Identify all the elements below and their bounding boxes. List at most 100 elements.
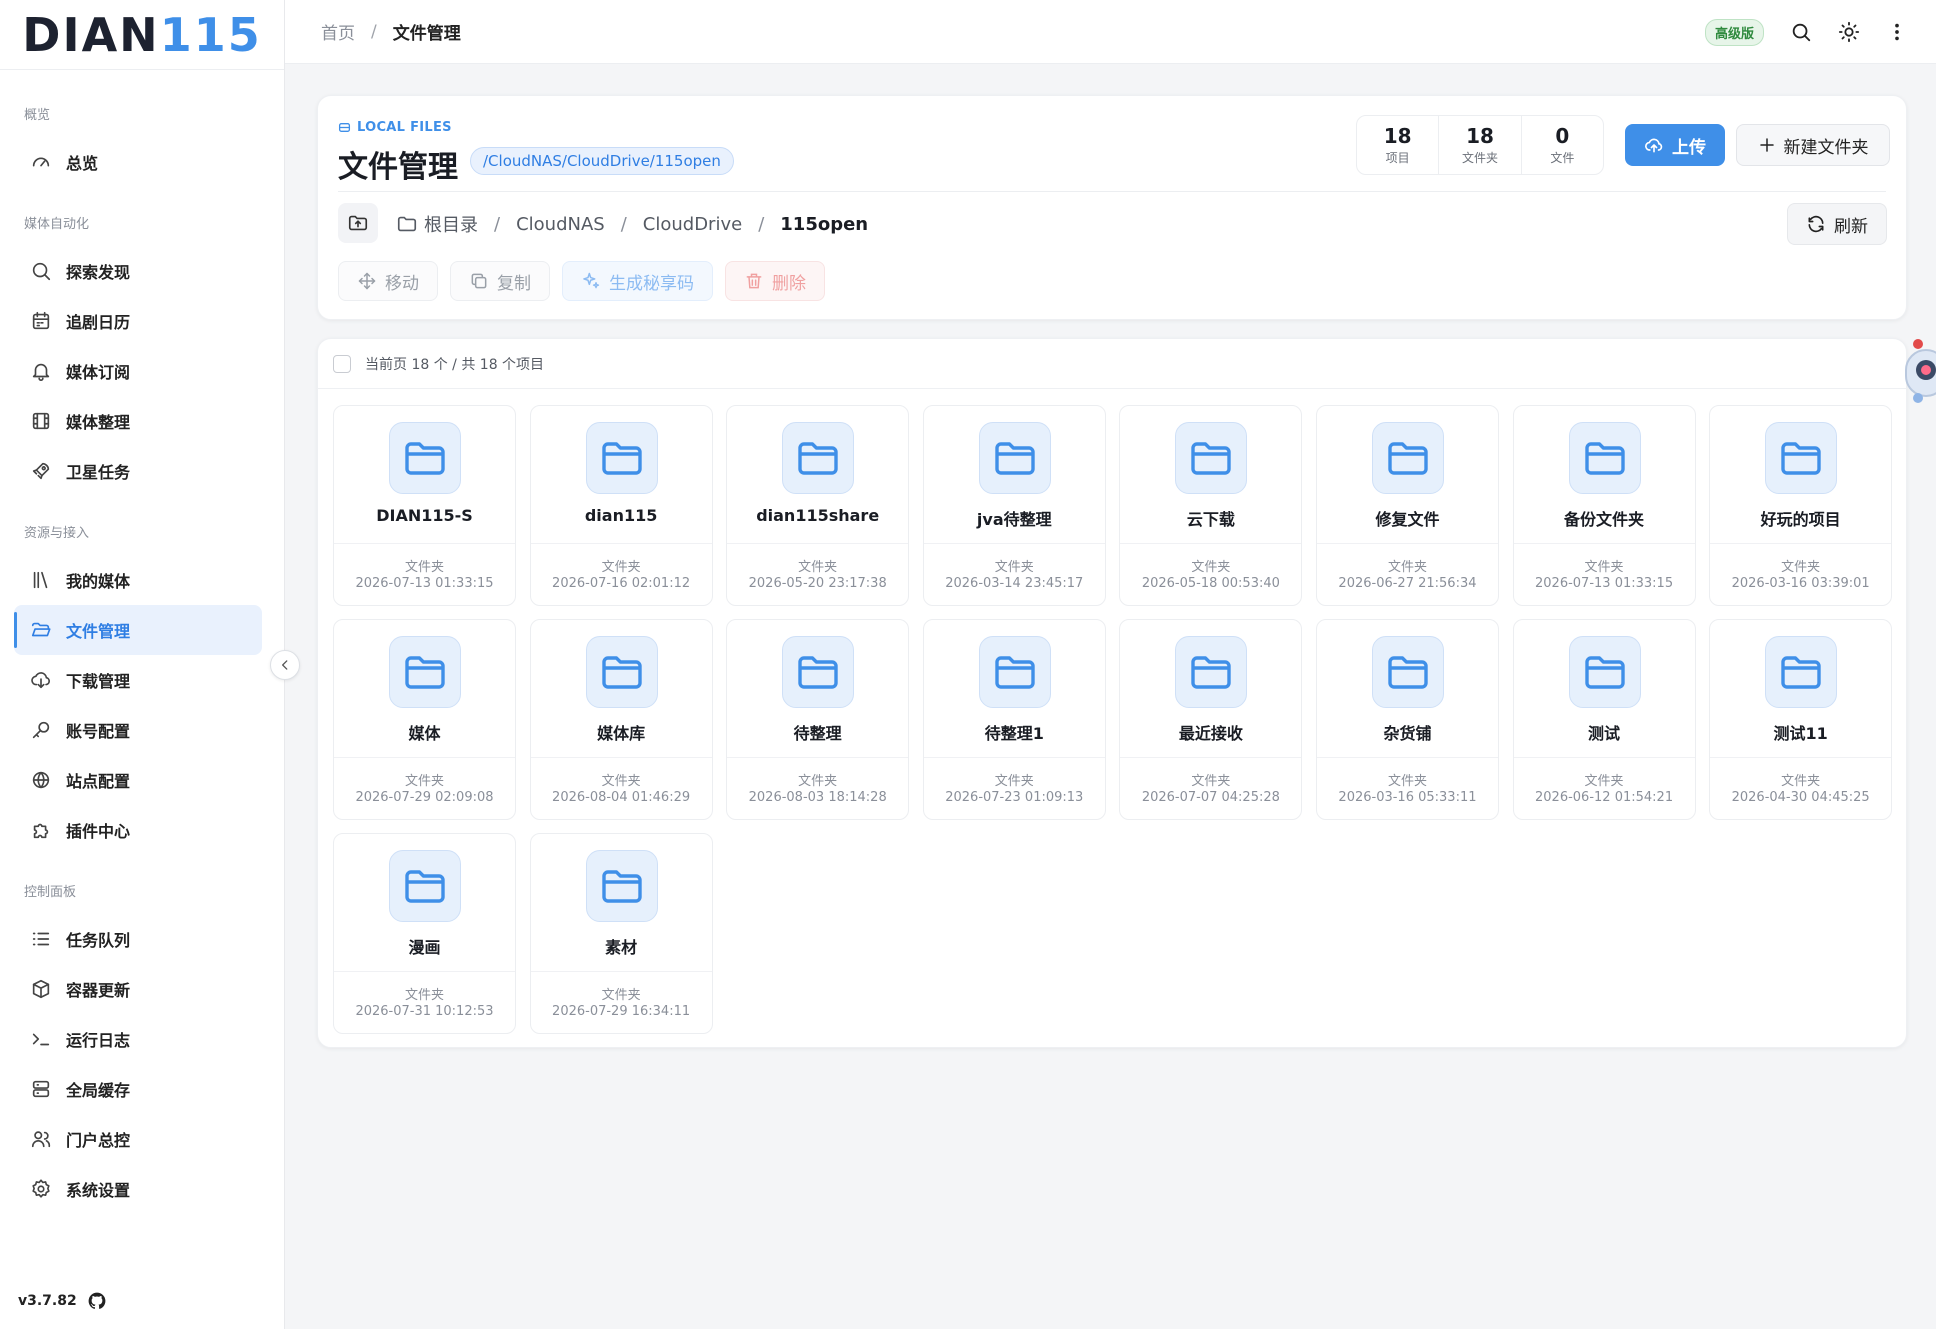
tile-divider — [1513, 543, 1695, 544]
sidebar-item[interactable]: 插件中心 — [14, 805, 262, 855]
delete-button[interactable]: 删除 — [725, 261, 825, 301]
folder-tile[interactable]: 最近接收 文件夹 2026-07-07 04:25:28 — [1119, 619, 1303, 820]
folder-name: 素材 — [605, 938, 638, 957]
chevron-left-icon — [282, 660, 288, 670]
github-icon[interactable] — [87, 1291, 107, 1311]
tile-divider — [727, 543, 909, 544]
tile-divider — [1513, 757, 1695, 758]
globe-icon — [30, 769, 52, 791]
copy-button[interactable]: 复制 — [450, 261, 550, 301]
section-label-text: LOCAL FILES — [357, 120, 452, 135]
app-logo[interactable]: DIAN 115 — [0, 0, 284, 70]
folder-tile[interactable]: 测试 文件夹 2026-06-12 01:54:21 — [1512, 619, 1696, 820]
folder-type: 文件夹 — [404, 560, 444, 575]
sidebar-item[interactable]: 文件管理 — [14, 605, 262, 655]
sidebar-item[interactable]: 我的媒体 — [14, 555, 262, 605]
more-menu-icon[interactable] — [1886, 21, 1908, 43]
folder-tile[interactable]: 漫画 文件夹 2026-07-31 10:12:53 — [333, 833, 516, 1034]
tile-divider — [1316, 543, 1498, 544]
folder-tile[interactable]: 待整理 文件夹 2026-08-03 18:14:28 — [726, 619, 910, 820]
sidebar-item-label: 媒体整理 — [66, 413, 131, 432]
sidebar-item[interactable]: 全局缓存 — [14, 1064, 262, 1114]
sidebar-item[interactable]: 运行日志 — [14, 1014, 262, 1064]
new-folder-button-label: 新建文件夹 — [1783, 137, 1869, 158]
sidebar-item[interactable]: 下载管理 — [14, 655, 262, 705]
stat-cell: 18 项目 — [1357, 116, 1440, 174]
sidebar-item[interactable]: 探索发现 — [14, 246, 262, 296]
refresh-button-label: 刷新 — [1834, 216, 1868, 237]
folder-type: 文件夹 — [1584, 560, 1624, 575]
sidebar-item-label: 下载管理 — [66, 672, 131, 691]
version-label: v3.7.82 — [18, 1293, 77, 1309]
rocket-icon — [30, 460, 52, 482]
sidebar-item[interactable]: 容器更新 — [14, 964, 262, 1014]
sidebar-item[interactable]: 系统设置 — [14, 1164, 262, 1214]
tile-divider — [334, 543, 515, 544]
sidebar-item[interactable]: 追剧日历 — [14, 296, 262, 346]
folder-icon — [389, 636, 461, 708]
folder-type: 文件夹 — [404, 988, 444, 1003]
select-all-checkbox[interactable] — [333, 354, 351, 373]
folder-tile[interactable]: 修复文件 文件夹 2026-06-27 21:56:34 — [1315, 405, 1499, 606]
go-up-button[interactable] — [338, 203, 378, 243]
path-segment[interactable]: CloudNAS — [516, 214, 605, 235]
folder-tile[interactable]: 媒体库 文件夹 2026-08-04 01:46:29 — [529, 619, 713, 820]
folder-tile[interactable]: 测试11 文件夹 2026-04-30 04:45:25 — [1709, 619, 1893, 820]
folder-tile[interactable]: 云下载 文件夹 2026-05-18 00:53:40 — [1119, 405, 1303, 606]
path-segment[interactable]: CloudDrive — [643, 214, 742, 235]
stat-cell: 18 文件夹 — [1439, 116, 1522, 174]
sidebar-item[interactable]: 站点配置 — [14, 755, 262, 805]
folder-modified-date: 2026-06-12 01:54:21 — [1535, 790, 1674, 805]
folder-name: 云下载 — [1186, 510, 1235, 529]
nav-group-label: 控制面板 — [24, 885, 77, 900]
sidebar-item[interactable]: 媒体整理 — [14, 396, 262, 446]
file-grid-panel: 当前页 18 个 / 共 18 个项目 DIAN115-S 文件夹 2026-0… — [317, 338, 1907, 1048]
move-button-label: 移动 — [385, 273, 419, 294]
folder-modified-date: 2026-08-03 18:14:28 — [748, 790, 887, 805]
upload-button[interactable]: 上传 — [1625, 124, 1725, 166]
sidebar-item[interactable]: 卫星任务 — [14, 446, 262, 496]
sidebar-collapse-button[interactable] — [270, 650, 300, 680]
folder-tile[interactable]: 好玩的项目 文件夹 2026-03-16 03:39:01 — [1709, 405, 1893, 606]
move-button[interactable]: 移动 — [338, 261, 438, 301]
file-manager-header: LOCAL FILES 文件管理 /CloudNAS/CloudDrive/11… — [317, 95, 1907, 320]
folder-name: dian115 — [584, 506, 658, 525]
puzzle-icon — [30, 819, 52, 841]
path-segment-root[interactable]: 根目录 — [424, 211, 478, 237]
sidebar-item[interactable]: 账号配置 — [14, 705, 262, 755]
assistant-mascot-icon[interactable] — [1904, 336, 1936, 410]
sidebar-item-label: 文件管理 — [66, 622, 131, 641]
page-title: 文件管理 — [338, 150, 458, 185]
sidebar-item-label: 我的媒体 — [66, 572, 131, 591]
generate-share-code-button[interactable]: 生成秘享码 — [562, 261, 713, 301]
folder-tile[interactable]: dian115share 文件夹 2026-05-20 23:17:38 — [726, 405, 910, 606]
folder-tile[interactable]: 素材 文件夹 2026-07-29 16:34:11 — [529, 833, 713, 1034]
sidebar-item-label: 门户总控 — [66, 1131, 131, 1150]
folder-tile[interactable]: 媒体 文件夹 2026-07-29 02:09:08 — [333, 619, 516, 820]
folder-tile[interactable]: 待整理1 文件夹 2026-07-23 01:09:13 — [922, 619, 1106, 820]
copy-icon — [471, 273, 487, 289]
sidebar-item[interactable]: 总览 — [14, 137, 262, 187]
sidebar-item[interactable]: 任务队列 — [14, 914, 262, 964]
nav-group-label: 媒体自动化 — [24, 217, 90, 232]
gear-icon — [30, 1178, 52, 1200]
refresh-button[interactable]: 刷新 — [1787, 203, 1887, 245]
folder-tile[interactable]: 备份文件夹 文件夹 2026-07-13 01:33:15 — [1512, 405, 1696, 606]
folder-type: 文件夹 — [994, 774, 1034, 789]
folder-tile[interactable]: DIAN115-S 文件夹 2026-07-13 01:33:15 — [333, 405, 516, 606]
sidebar-item[interactable]: 门户总控 — [14, 1114, 262, 1164]
new-folder-button[interactable]: 新建文件夹 — [1736, 124, 1890, 166]
tile-divider — [1710, 543, 1892, 544]
folder-icon — [1371, 422, 1444, 494]
breadcrumb-home[interactable]: 首页 — [321, 19, 355, 44]
theme-toggle-sun-icon[interactable] — [1838, 21, 1860, 43]
search-icon[interactable] — [1790, 21, 1812, 43]
folder-tile[interactable]: 杂货铺 文件夹 2026-03-16 05:33:11 — [1315, 619, 1499, 820]
sidebar-item[interactable]: 媒体订阅 — [14, 346, 262, 396]
path-breadcrumb: 根目录 / CloudNAS / CloudDrive / 115open — [396, 211, 868, 237]
folder-tile[interactable]: jva待整理 文件夹 2026-03-14 23:45:17 — [922, 405, 1106, 606]
folder-type: 文件夹 — [601, 560, 641, 575]
folder-tile[interactable]: dian115 文件夹 2026-07-16 02:01:12 — [529, 405, 713, 606]
drive-icon — [338, 123, 351, 132]
folder-icon — [782, 422, 855, 494]
